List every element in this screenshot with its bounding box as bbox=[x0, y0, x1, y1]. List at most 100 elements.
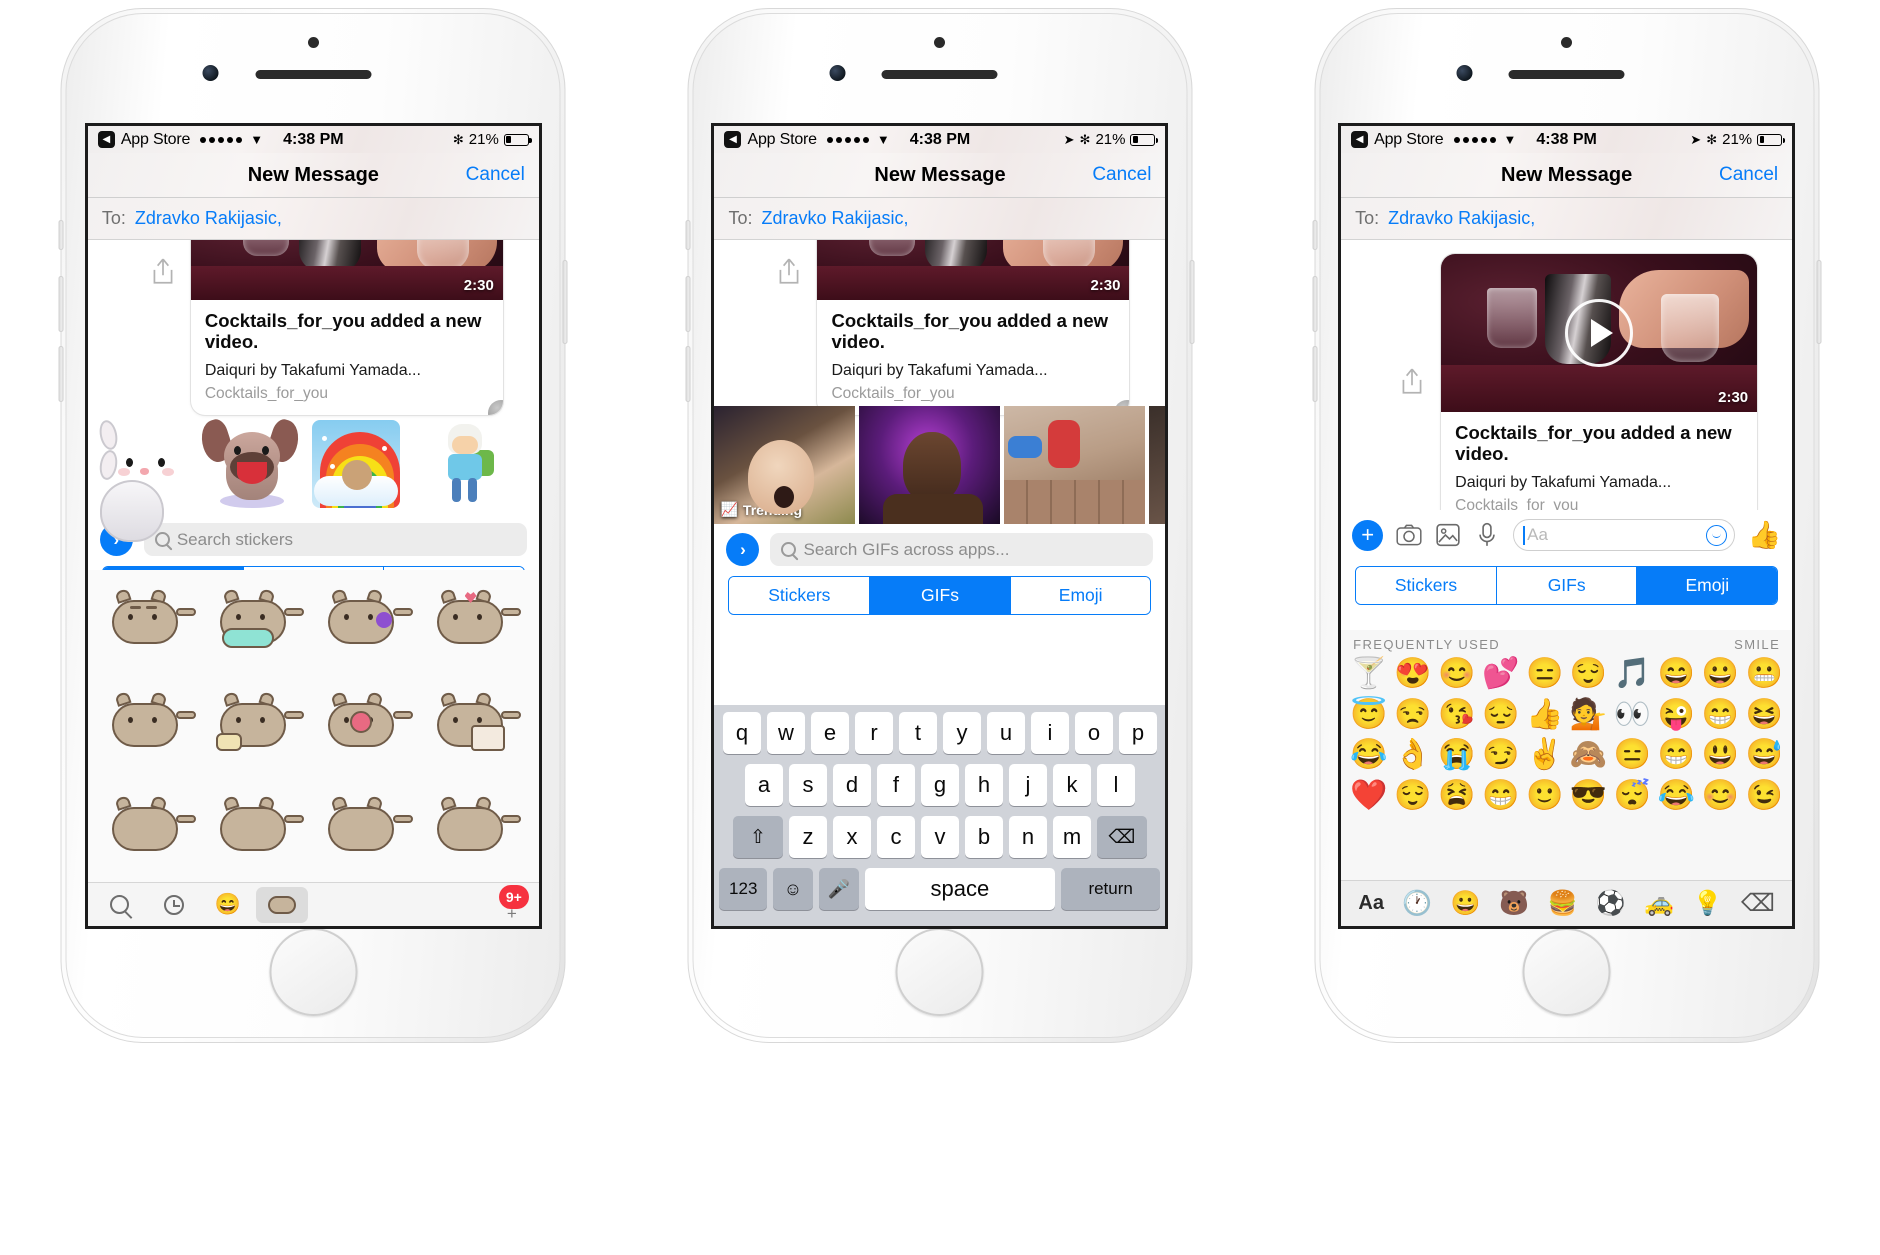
card-video-thumbnail[interactable]: 2:30 bbox=[1441, 254, 1758, 412]
key-t[interactable]: t bbox=[898, 712, 937, 754]
sticker-item[interactable] bbox=[208, 681, 310, 759]
key-o[interactable]: o bbox=[1074, 712, 1113, 754]
search-icon[interactable] bbox=[94, 887, 146, 923]
sticker-item[interactable] bbox=[316, 578, 418, 656]
gif-suggestion-strip[interactable]: 📈 Trending bbox=[714, 406, 1166, 524]
plus-icon[interactable]: + bbox=[1352, 519, 1384, 551]
bunny-sticker[interactable] bbox=[96, 416, 192, 542]
emoji-category-bar[interactable]: Aa 🕐 😀 🐻 🍔 ⚽ 🚕 💡 ⌫ bbox=[1341, 880, 1793, 926]
emoji-cell[interactable]: 💕 bbox=[1479, 656, 1523, 693]
key-i[interactable]: i bbox=[1030, 712, 1069, 754]
tab-gifs[interactable]: GIFs bbox=[1496, 567, 1638, 604]
emoji-cell[interactable]: 👍 bbox=[1523, 697, 1567, 734]
key-f[interactable]: f bbox=[876, 764, 915, 806]
key-j[interactable]: j bbox=[1008, 764, 1047, 806]
emoji-cell[interactable]: ❤️ bbox=[1347, 778, 1391, 815]
sticker-item[interactable] bbox=[100, 578, 202, 656]
emoji-cell[interactable]: 😁 bbox=[1479, 778, 1523, 815]
key-x[interactable]: x bbox=[832, 816, 871, 858]
search-gifs-input[interactable]: Search GIFs across apps... bbox=[770, 533, 1154, 566]
content-type-segmented-control-3[interactable]: Stickers GIFs Emoji bbox=[1355, 566, 1779, 605]
emoji-cell[interactable]: 😊 bbox=[1698, 778, 1742, 815]
emoji-app-icon[interactable]: 😄 bbox=[202, 887, 254, 923]
emoji-category-icon[interactable]: 🕐 bbox=[1402, 889, 1432, 918]
emoji-grid[interactable]: 🍸 😍 😊 💕 😑 😌 🎵 😄 😀 😬 😇 😒 😘 😔 👍 💁 👀 😜 😁 😆 😂 👌 😭 😏 ✌️ 🙈 😑 😁 😃 😅 ❤️ 😌 😫 😁 🙂 😎 😴 😂… bbox=[1341, 654, 1792, 880]
recipient-value[interactable]: Zdravko Rakijasic, bbox=[1388, 208, 1535, 229]
volume-up-button[interactable] bbox=[685, 276, 691, 332]
emoji-category-icon[interactable]: 💡 bbox=[1693, 889, 1723, 918]
chevron-left-icon[interactable]: ◀ bbox=[724, 131, 742, 148]
onscreen-keyboard[interactable]: q w e r t y u i o p a s d f g h j k l ⇧ … bbox=[714, 705, 1166, 926]
rich-link-card-1[interactable]: 2:30 Cocktails_for_you added a new video… bbox=[190, 240, 503, 415]
emoji-cell[interactable]: 😑 bbox=[1523, 656, 1567, 693]
card-video-thumbnail[interactable]: 2:30 bbox=[817, 240, 1130, 300]
recents-icon[interactable] bbox=[148, 887, 200, 923]
dog-sticker[interactable] bbox=[196, 416, 304, 512]
status-back-app-label[interactable]: App Store bbox=[1374, 131, 1444, 149]
microphone-icon[interactable] bbox=[1474, 522, 1500, 548]
photos-icon[interactable] bbox=[1435, 522, 1461, 548]
key-w[interactable]: w bbox=[766, 712, 805, 754]
emoji-category-icon[interactable]: 🐻 bbox=[1499, 889, 1529, 918]
power-button[interactable] bbox=[1816, 260, 1822, 344]
emoji-cell[interactable]: 😁 bbox=[1698, 697, 1742, 734]
expand-apps-button[interactable]: › bbox=[726, 533, 760, 566]
chevron-left-icon[interactable]: ◀ bbox=[1351, 131, 1369, 148]
key-z[interactable]: z bbox=[788, 816, 827, 858]
rainbow-puppy-sticker[interactable] bbox=[308, 416, 404, 512]
emoji-cell[interactable]: 😅 bbox=[1742, 737, 1786, 774]
mute-switch[interactable] bbox=[1312, 220, 1318, 250]
rich-link-card-2[interactable]: 2:30 Cocktails_for_you added a new video… bbox=[817, 240, 1130, 415]
return-key[interactable]: return bbox=[1060, 868, 1161, 910]
emoji-cell[interactable]: 😆 bbox=[1742, 697, 1786, 734]
share-icon[interactable] bbox=[1399, 366, 1425, 396]
key-q[interactable]: q bbox=[722, 712, 761, 754]
key-l[interactable]: l bbox=[1096, 764, 1135, 806]
mute-switch[interactable] bbox=[685, 220, 691, 250]
sticker-item[interactable] bbox=[208, 785, 310, 863]
emoji-category-icon[interactable]: 🚕 bbox=[1644, 889, 1674, 918]
home-button[interactable] bbox=[269, 928, 358, 1016]
emoji-cell[interactable]: 😀 bbox=[1698, 656, 1742, 693]
tab-emoji[interactable]: Emoji bbox=[1010, 577, 1151, 614]
key-u[interactable]: u bbox=[986, 712, 1025, 754]
emoji-cell[interactable]: 😉 bbox=[1742, 778, 1786, 815]
sticker-item[interactable] bbox=[425, 578, 527, 656]
emoji-cell[interactable]: ✌️ bbox=[1523, 737, 1567, 774]
emoji-cell[interactable]: 🎵 bbox=[1611, 656, 1655, 693]
recipient-field-1[interactable]: To: Zdravko Rakijasic, bbox=[87, 198, 539, 240]
key-a[interactable]: a bbox=[744, 764, 783, 806]
sticker-item[interactable] bbox=[100, 681, 202, 759]
recipient-field-3[interactable]: To: Zdravko Rakijasic, bbox=[1341, 198, 1793, 240]
emoji-cell[interactable]: 😌 bbox=[1391, 778, 1435, 815]
numbers-key[interactable]: 123 bbox=[719, 868, 767, 910]
sticker-item[interactable] bbox=[316, 785, 418, 863]
play-icon[interactable] bbox=[1565, 299, 1634, 367]
gif-item[interactable] bbox=[1149, 406, 1166, 524]
message-text-input[interactable]: Aa bbox=[1513, 519, 1735, 551]
key-b[interactable]: b bbox=[964, 816, 1003, 858]
emoji-cell[interactable]: 👀 bbox=[1611, 697, 1655, 734]
key-k[interactable]: k bbox=[1052, 764, 1091, 806]
backspace-icon[interactable]: ⌫ bbox=[1741, 889, 1775, 918]
recipient-value[interactable]: Zdravko Rakijasic, bbox=[135, 208, 282, 229]
emoji-cell[interactable]: 😂 bbox=[1347, 737, 1391, 774]
volume-down-button[interactable] bbox=[685, 346, 691, 402]
camera-icon[interactable] bbox=[1396, 522, 1422, 548]
key-h[interactable]: h bbox=[964, 764, 1003, 806]
emoji-cell[interactable]: 😂 bbox=[1654, 778, 1698, 815]
gif-item[interactable] bbox=[859, 406, 1001, 524]
tab-stickers[interactable]: Stickers bbox=[1356, 567, 1497, 604]
card-video-thumbnail[interactable]: 2:30 bbox=[190, 240, 503, 300]
emoji-cell[interactable]: 💁 bbox=[1567, 697, 1611, 734]
abc-key[interactable]: Aa bbox=[1358, 892, 1384, 915]
emoji-cell[interactable]: 😎 bbox=[1567, 778, 1611, 815]
emoji-category-icon[interactable]: 🍔 bbox=[1548, 889, 1578, 918]
recipient-value[interactable]: Zdravko Rakijasic, bbox=[762, 208, 909, 229]
key-y[interactable]: y bbox=[942, 712, 981, 754]
sticker-item[interactable] bbox=[425, 785, 527, 863]
cancel-button[interactable]: Cancel bbox=[466, 164, 525, 186]
key-e[interactable]: e bbox=[810, 712, 849, 754]
sticker-item[interactable] bbox=[316, 681, 418, 759]
volume-down-button[interactable] bbox=[1312, 346, 1318, 402]
